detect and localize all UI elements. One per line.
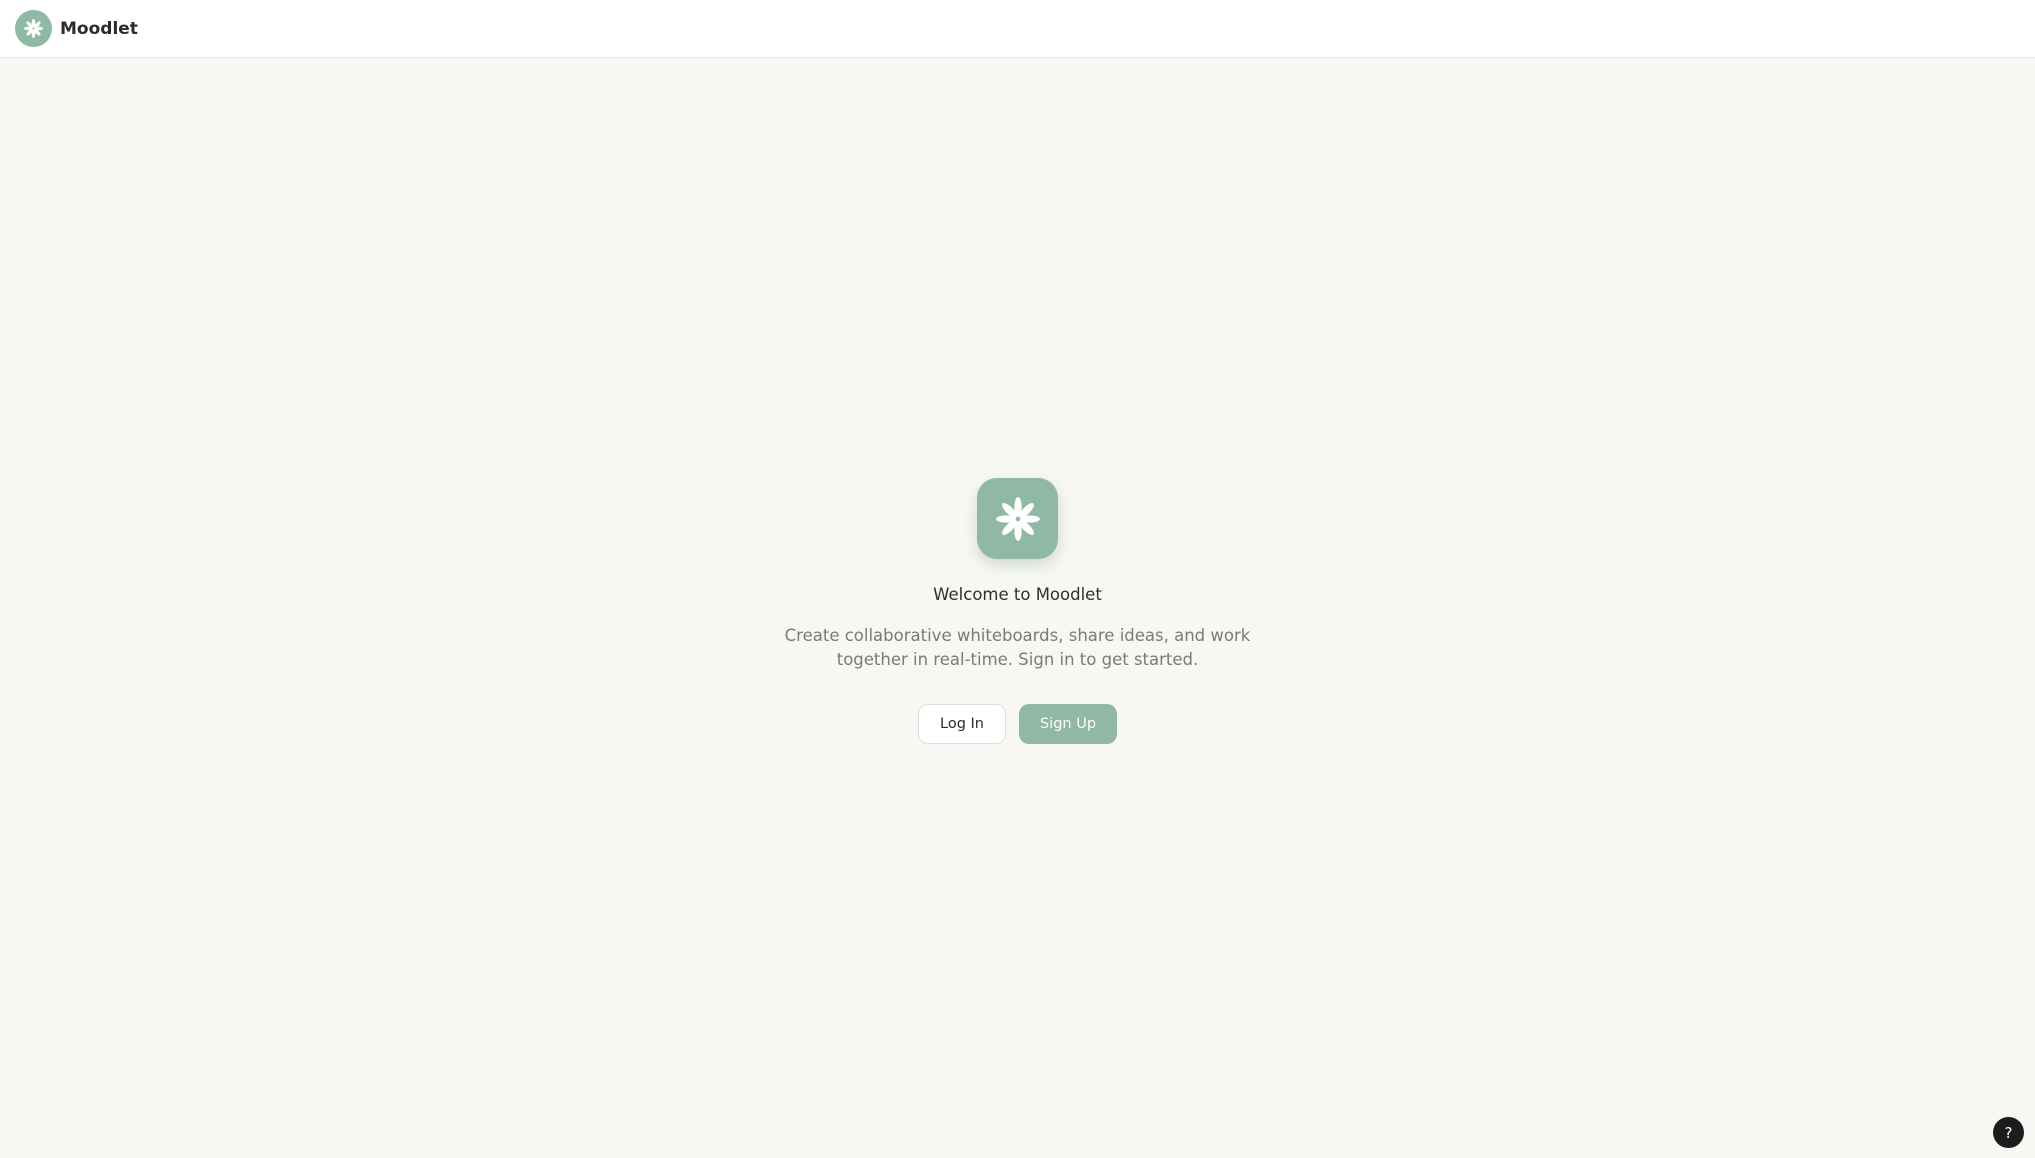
auth-actions: Log In Sign Up — [918, 704, 1117, 744]
flower-asterisk-icon — [23, 18, 44, 39]
main-content: Welcome to Moodlet Create collaborative … — [0, 58, 2035, 1158]
app-logo[interactable] — [15, 10, 52, 47]
hero-logo — [977, 478, 1058, 559]
login-button[interactable]: Log In — [918, 704, 1006, 744]
signup-button[interactable]: Sign Up — [1019, 704, 1117, 744]
help-button[interactable]: ? — [1993, 1117, 2024, 1148]
welcome-description: Create collaborative whiteboards, share … — [784, 626, 1251, 669]
welcome-title: Welcome to Moodlet — [933, 585, 1102, 604]
flower-asterisk-icon — [995, 496, 1040, 541]
app-name: Moodlet — [60, 18, 138, 39]
welcome-panel: Welcome to Moodlet Create collaborative … — [0, 478, 2035, 744]
help-question-icon: ? — [2004, 1123, 2013, 1142]
top-navbar: Moodlet — [0, 0, 2035, 58]
